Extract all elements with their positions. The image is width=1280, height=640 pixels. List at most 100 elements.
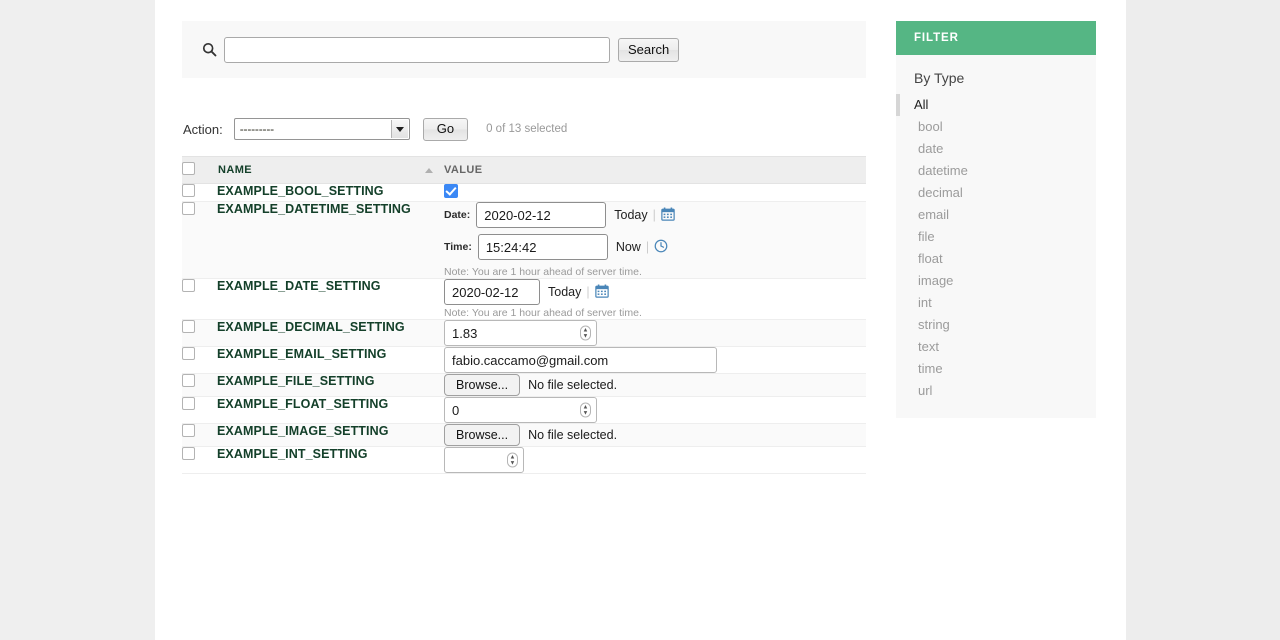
row-name-cell[interactable]: EXAMPLE_IMAGE_SETTING (217, 423, 444, 447)
filter-option-float[interactable]: float (896, 248, 1096, 270)
filter-option-datetime[interactable]: datetime (896, 160, 1096, 182)
row-select-cell (182, 373, 217, 397)
filter-option-label: float (918, 251, 943, 266)
row-select-checkbox[interactable] (182, 184, 195, 197)
row-name-cell[interactable]: EXAMPLE_DATE_SETTING (217, 278, 444, 320)
column-header-name-label: NAME (218, 164, 252, 176)
results-table: NAME VALUE EXAMPLE_BOOL_SETTING EXAMPLE_… (182, 156, 866, 474)
row-select-checkbox[interactable] (182, 424, 195, 437)
time-now-link[interactable]: Now (616, 240, 641, 254)
stepper-down-icon[interactable]: ▼ (583, 410, 589, 416)
filter-option-file[interactable]: file (896, 226, 1096, 248)
date-input[interactable] (444, 279, 540, 305)
filter-option-label: bool (918, 119, 943, 134)
filter-option-label: url (918, 383, 933, 398)
column-header-value-label: VALUE (444, 164, 483, 176)
row-name-cell[interactable]: EXAMPLE_DECIMAL_SETTING (217, 319, 444, 347)
row-select-checkbox[interactable] (182, 447, 195, 460)
datetime-time-row: Time: Now | (444, 234, 866, 260)
filter-option-label: file (918, 229, 935, 244)
row-name-link[interactable]: EXAMPLE_DATE_SETTING (217, 279, 381, 293)
action-select-value: --------- (239, 122, 274, 136)
image-status-label: No file selected. (528, 428, 618, 442)
row-select-checkbox[interactable] (182, 202, 195, 215)
table-row: EXAMPLE_IMAGE_SETTING Browse... No file … (182, 423, 866, 447)
table-row: EXAMPLE_FLOAT_SETTING ▲ ▼ (182, 396, 866, 424)
row-name-link[interactable]: EXAMPLE_DECIMAL_SETTING (217, 320, 405, 334)
row-name-cell[interactable]: EXAMPLE_INT_SETTING (217, 446, 444, 474)
search-button[interactable]: Search (618, 37, 680, 62)
select-all-checkbox[interactable] (182, 162, 195, 175)
number-stepper[interactable]: ▲ ▼ (507, 452, 518, 468)
row-name-link[interactable]: EXAMPLE_IMAGE_SETTING (217, 424, 389, 438)
row-value-cell: ▲ ▼ (444, 446, 866, 474)
row-select-checkbox[interactable] (182, 397, 195, 410)
float-input-wrapper: ▲ ▼ (444, 397, 597, 423)
date-today-link[interactable]: Today (548, 285, 581, 299)
filter-option-all[interactable]: All (896, 94, 1096, 116)
number-stepper[interactable]: ▲ ▼ (580, 402, 591, 418)
datetime-timezone-note: Note: You are 1 hour ahead of server tim… (444, 266, 642, 278)
row-select-cell (182, 446, 217, 474)
row-name-cell[interactable]: EXAMPLE_EMAIL_SETTING (217, 346, 444, 374)
row-name-cell[interactable]: EXAMPLE_BOOL_SETTING (217, 183, 444, 202)
row-name-link[interactable]: EXAMPLE_INT_SETTING (217, 447, 368, 461)
filter-option-decimal[interactable]: decimal (896, 182, 1096, 204)
filter-option-text[interactable]: text (896, 336, 1096, 358)
image-browse-button[interactable]: Browse... (444, 424, 521, 446)
row-name-cell[interactable]: EXAMPLE_FILE_SETTING (217, 373, 444, 397)
column-header-name[interactable]: NAME (217, 156, 444, 184)
row-name-link[interactable]: EXAMPLE_FLOAT_SETTING (217, 397, 388, 411)
filter-option-date[interactable]: date (896, 138, 1096, 160)
filter-option-url[interactable]: url (896, 380, 1096, 402)
row-name-cell[interactable]: EXAMPLE_DATETIME_SETTING (217, 201, 444, 279)
bool-value-checkbox[interactable] (444, 184, 458, 198)
float-input[interactable] (444, 397, 597, 423)
date-row: Today | (444, 279, 866, 305)
date-today-link[interactable]: Today (614, 208, 647, 222)
int-input-wrapper: ▲ ▼ (444, 447, 524, 473)
search-input[interactable] (224, 36, 610, 63)
row-select-checkbox[interactable] (182, 374, 195, 387)
filter-option-int[interactable]: int (896, 292, 1096, 314)
row-name-link[interactable]: EXAMPLE_BOOL_SETTING (217, 184, 384, 198)
row-select-cell (182, 278, 217, 320)
datetime-time-input[interactable] (477, 234, 608, 260)
decimal-input[interactable] (444, 320, 597, 346)
stepper-down-icon[interactable]: ▼ (510, 460, 516, 466)
number-stepper[interactable]: ▲ ▼ (580, 325, 591, 341)
row-select-checkbox[interactable] (182, 279, 195, 292)
calendar-icon[interactable] (594, 284, 609, 301)
filter-option-time[interactable]: time (896, 358, 1096, 380)
datetime-date-input[interactable] (476, 202, 607, 228)
sort-ascending-icon (425, 168, 433, 173)
filter-option-label: All (914, 97, 929, 112)
action-label: Action: (183, 121, 223, 137)
row-name-link[interactable]: EXAMPLE_EMAIL_SETTING (217, 347, 386, 361)
go-button[interactable]: Go (422, 117, 469, 141)
table-row: EXAMPLE_DATETIME_SETTING Date: Today | (182, 201, 866, 279)
clock-icon[interactable] (654, 239, 668, 256)
filter-option-label: int (918, 295, 932, 310)
filter-option-image[interactable]: image (896, 270, 1096, 292)
email-input[interactable] (444, 347, 717, 373)
filter-option-bool[interactable]: bool (896, 116, 1096, 138)
table-row: EXAMPLE_DECIMAL_SETTING ▲ ▼ (182, 319, 866, 347)
action-select[interactable]: --------- (233, 118, 410, 140)
filter-sidebar: FILTER By Type All bool date datetime de… (896, 21, 1096, 418)
row-name-link[interactable]: EXAMPLE_FILE_SETTING (217, 374, 375, 388)
row-name-link[interactable]: EXAMPLE_DATETIME_SETTING (217, 202, 411, 216)
column-header-value[interactable]: VALUE (444, 156, 866, 184)
row-select-checkbox[interactable] (182, 320, 195, 333)
results-table-head: NAME VALUE (182, 156, 866, 184)
row-value-cell: ▲ ▼ (444, 396, 866, 424)
filter-option-email[interactable]: email (896, 204, 1096, 226)
file-browse-button[interactable]: Browse... (444, 374, 521, 396)
stepper-down-icon[interactable]: ▼ (583, 333, 589, 339)
row-name-cell[interactable]: EXAMPLE_FLOAT_SETTING (217, 396, 444, 424)
filter-option-label: date (918, 141, 944, 156)
filter-option-string[interactable]: string (896, 314, 1096, 336)
row-value-cell: Browse... No file selected. (444, 423, 866, 447)
calendar-icon[interactable] (661, 207, 675, 224)
row-select-checkbox[interactable] (182, 347, 195, 360)
